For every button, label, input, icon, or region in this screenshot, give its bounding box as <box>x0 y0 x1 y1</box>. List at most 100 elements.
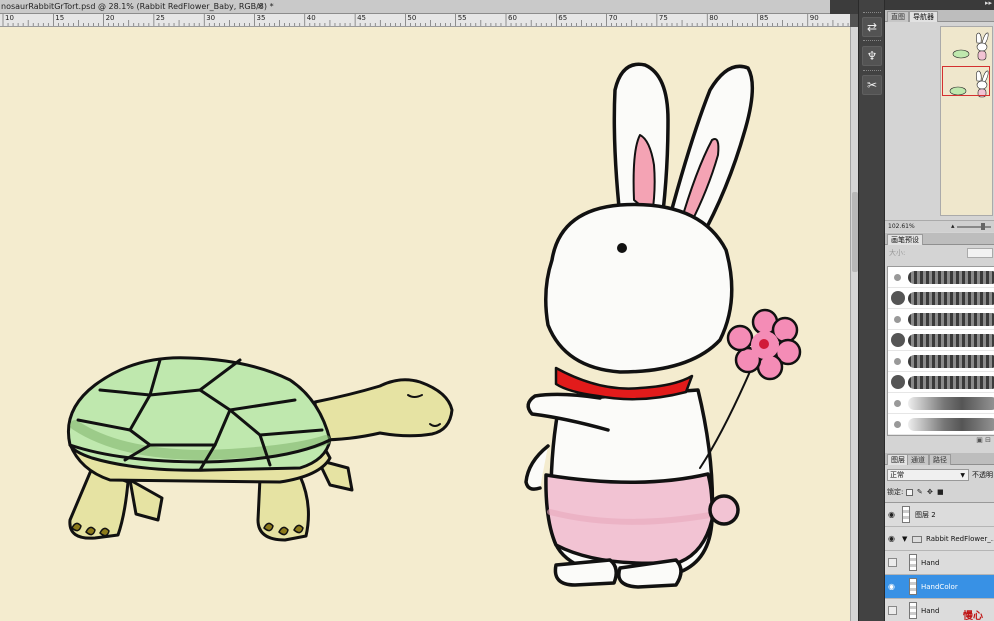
document-tab-title: nosaurRabbitGrTort.psd @ 28.1% (Rabbit R… <box>1 2 274 11</box>
dock-header: ▸▸ <box>885 0 994 10</box>
watermark-text: 慢心 <box>963 611 983 621</box>
brush-size-label: 大小: <box>889 249 906 257</box>
horizontal-ruler[interactable]: 10 15 20 25 30 35 40 45 50 55 60 65 70 75 80 85 90 <box>0 14 850 27</box>
ruler-label: 25 <box>155 14 165 22</box>
blend-row: 正常 ▼ 不透明 <box>887 469 993 482</box>
layer-group-name: Rabbit RedFlower_… <box>926 535 994 543</box>
strip-grip[interactable] <box>863 12 881 14</box>
zoom-slider-knob[interactable] <box>981 223 985 230</box>
folder-icon <box>912 536 922 543</box>
brush-preset[interactable] <box>888 351 994 372</box>
artwork <box>66 62 802 589</box>
layer-name: Hand <box>921 607 940 615</box>
document-canvas[interactable] <box>0 27 850 621</box>
ruler-label: 60 <box>508 14 517 22</box>
lock-transparent-icon[interactable] <box>905 488 913 496</box>
brush-presets-panel: 大小: ▣ ⊟ <box>885 246 994 444</box>
brush-preset[interactable] <box>888 372 994 393</box>
ruler-label: 75 <box>658 14 668 22</box>
tab-layers[interactable]: 图层 <box>887 454 909 465</box>
brush-presets-tabbar: 画笔预设 <box>885 233 994 245</box>
document-tab[interactable]: nosaurRabbitGrTort.psd @ 28.1% (Rabbit R… <box>0 0 830 14</box>
tab-paths[interactable]: 路径 <box>929 454 951 465</box>
blend-mode-select[interactable]: 正常 ▼ <box>887 469 969 481</box>
tab-histogram[interactable]: 直图 <box>887 11 909 22</box>
panel-dock: ▸▸ 直图 导航器 102.61% ▴ 画笔预设 大小: ▣ ⊟ 图层 通道 路… <box>884 0 994 621</box>
brush-preset[interactable] <box>888 288 994 309</box>
layers-tabbar: 图层 通道 路径 <box>885 453 994 465</box>
strip-divider <box>863 40 881 42</box>
brush-size-row: 大小: <box>885 246 994 260</box>
ruler-label: 40 <box>306 14 316 22</box>
ruler-label: 30 <box>206 14 216 22</box>
zoom-out-icon[interactable]: ▴ <box>951 221 955 232</box>
navigator-zoom-row: 102.61% ▴ <box>885 220 994 232</box>
ruler-label: 45 <box>357 14 367 22</box>
opacity-label: 不透明 <box>972 471 993 479</box>
ruler-label: 70 <box>608 14 618 22</box>
history-icon[interactable]: ⇄ <box>862 17 882 37</box>
zoom-slider[interactable] <box>957 226 991 228</box>
lock-pixels-icon[interactable]: ✎ <box>917 486 923 498</box>
lock-all-icon[interactable]: ■ <box>937 486 944 498</box>
lock-position-icon[interactable]: ✥ <box>927 486 933 498</box>
panel-icon-strip: ⇄ ♆ ✂ <box>858 0 884 621</box>
eye-icon[interactable]: ◉ <box>888 527 898 551</box>
navigator-preview <box>949 32 989 98</box>
tortoise-illustration <box>66 356 454 542</box>
zoom-value[interactable]: 102.61% <box>888 223 915 230</box>
chevron-down-icon: ▼ <box>960 472 965 479</box>
layers-panel: 正常 ▼ 不透明 锁定: ✎ ✥ ■ ◉ 图层 2 ◉ ▼ Rabbit Red… <box>885 466 994 621</box>
ruler-ticks <box>2 14 849 26</box>
navigator-view-box[interactable] <box>942 66 990 96</box>
flower <box>726 308 802 381</box>
tab-bar-filler <box>830 0 858 14</box>
expand-arrow-icon[interactable]: ▼ <box>902 527 907 551</box>
brush-list[interactable] <box>887 266 994 436</box>
eye-icon[interactable]: ◉ <box>888 503 898 527</box>
brush-preset[interactable] <box>888 414 994 435</box>
tab-channels[interactable]: 通道 <box>907 454 929 465</box>
layer-row[interactable]: Hand <box>885 551 994 575</box>
eye-icon[interactable]: ◉ <box>888 575 898 599</box>
photoshop-window: nosaurRabbitGrTort.psd @ 28.1% (Rabbit R… <box>0 0 994 621</box>
ruler-label: 50 <box>407 14 417 22</box>
layer-name: Hand <box>921 559 940 567</box>
collapse-panels-icon[interactable]: ▸▸ <box>985 0 992 7</box>
layer-group-row[interactable]: ◉ ▼ Rabbit RedFlower_… <box>885 527 994 551</box>
strip-divider <box>863 70 881 72</box>
brush-panel-footer-icons[interactable]: ▣ ⊟ <box>885 436 994 444</box>
layer-thumbnail <box>909 602 917 619</box>
layer-name: 图层 2 <box>915 511 936 519</box>
visibility-off-box[interactable] <box>888 606 897 615</box>
layer-list: ◉ 图层 2 ◉ ▼ Rabbit RedFlower_… Hand ◉ Han… <box>885 502 994 621</box>
layer-thumbnail <box>909 554 917 571</box>
brush-preset[interactable] <box>888 267 994 288</box>
ruler-label: 35 <box>256 14 266 22</box>
brush-preset[interactable] <box>888 330 994 351</box>
ruler-label: 20 <box>105 14 115 22</box>
tab-brush-presets[interactable]: 画笔预设 <box>887 234 923 245</box>
tab-navigator[interactable]: 导航器 <box>909 11 938 22</box>
navigator-thumbnail[interactable] <box>940 26 993 216</box>
layer-thumbnail <box>909 578 917 595</box>
brush-preset[interactable] <box>888 309 994 330</box>
brush-size-input[interactable] <box>967 248 993 258</box>
ruler-label: 90 <box>809 14 819 22</box>
navigator-tabbar: 直图 导航器 <box>885 10 994 22</box>
tool-presets-icon[interactable]: ✂ <box>862 75 882 95</box>
close-document-icon[interactable]: × <box>254 1 266 13</box>
ruler-label: 80 <box>709 14 719 22</box>
ruler-label: 65 <box>558 14 568 22</box>
layer-name: HandColor <box>921 583 958 591</box>
layer-thumbnail <box>902 506 910 523</box>
vertical-scrollbar[interactable] <box>850 27 858 621</box>
clone-source-icon[interactable]: ♆ <box>862 46 882 66</box>
ruler-label: 55 <box>457 14 467 22</box>
lock-row: 锁定: ✎ ✥ ■ <box>887 486 993 499</box>
layer-row[interactable]: ◉ 图层 2 <box>885 503 994 527</box>
brush-preset[interactable] <box>888 393 994 414</box>
navigator-panel <box>885 22 994 220</box>
visibility-off-box[interactable] <box>888 558 897 567</box>
layer-row-selected[interactable]: ◉ HandColor <box>885 575 994 599</box>
